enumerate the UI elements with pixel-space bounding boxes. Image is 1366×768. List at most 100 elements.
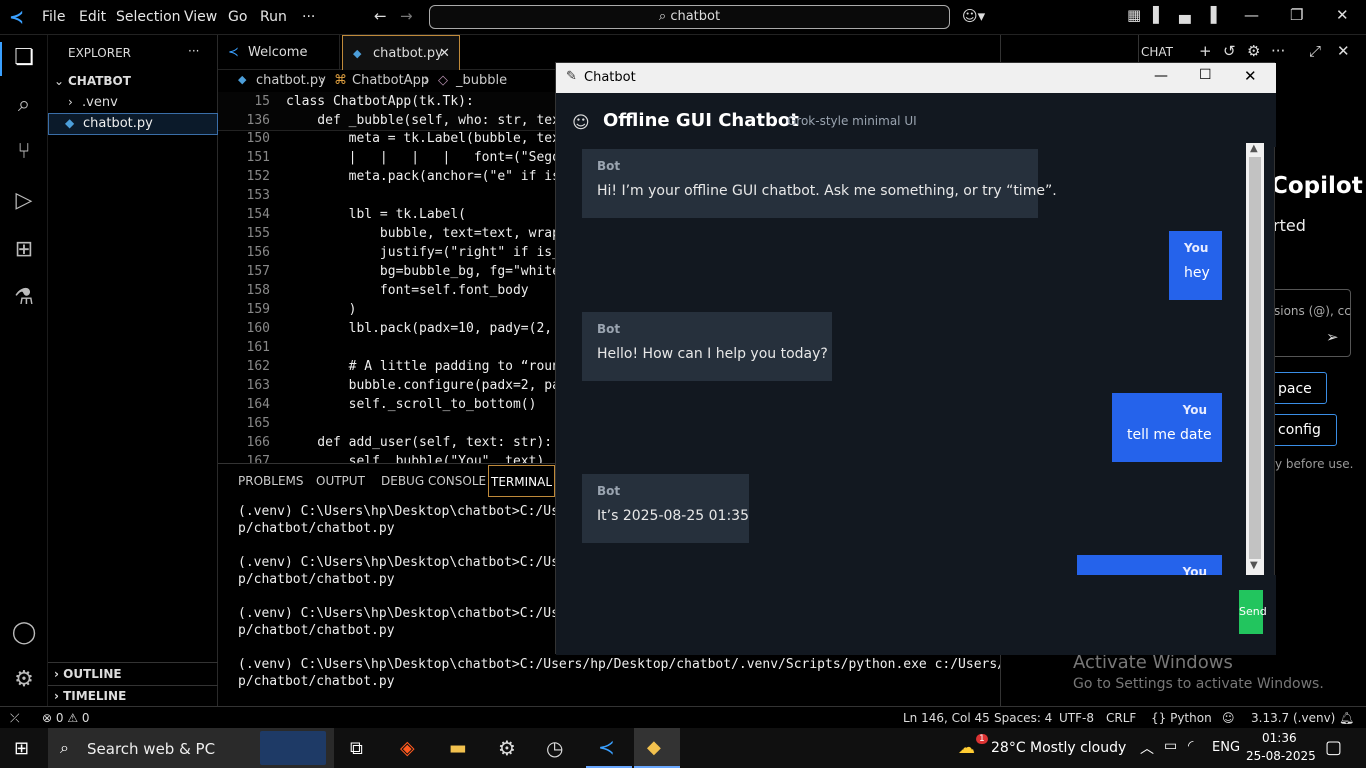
taskbar-search[interactable]: ⌕ Search web & PC — [48, 728, 334, 768]
indentation[interactable]: Spaces: 4 — [994, 711, 1052, 725]
maximize-icon[interactable]: ☐ — [1199, 67, 1212, 83]
chevron-down-icon[interactable]: ⌄ — [54, 74, 64, 88]
project-folder[interactable]: CHATBOT — [68, 74, 131, 88]
explorer-more-button[interactable]: ··· — [188, 44, 199, 58]
menu-file[interactable]: File — [42, 9, 65, 25]
chat-input-row — [556, 575, 1276, 655]
tab-chatbot-py[interactable]: ◆ chatbot.py ✕ — [342, 35, 460, 70]
menu-run[interactable]: Run — [260, 9, 287, 25]
notifications-bell-icon[interactable]: 🔔︎ — [1339, 711, 1354, 725]
problems-indicator[interactable]: ⊗ 0 ⚠ 0 — [42, 711, 90, 725]
language-mode[interactable]: {} Python — [1151, 711, 1212, 725]
wifi-icon[interactable]: ◜ — [1188, 738, 1193, 754]
cursor-position[interactable]: Ln 146, Col 45 — [903, 711, 990, 725]
scroll-down-icon[interactable]: ▼ — [1250, 560, 1258, 571]
settings-gear-icon[interactable]: ⚙ — [10, 667, 38, 695]
search-icon[interactable]: ⌕ — [10, 92, 38, 120]
tab-welcome[interactable]: ≺ Welcome — [218, 35, 340, 70]
method-symbol-icon: ◇ — [438, 73, 448, 88]
brave-browser-icon[interactable]: ◈ — [400, 737, 415, 759]
copilot-status-icon[interactable]: ☺ — [1222, 711, 1235, 725]
tab-debug-console[interactable]: DEBUG CONSOLE — [381, 474, 486, 488]
new-chat-icon[interactable]: + — [1199, 42, 1212, 60]
close-tab-icon[interactable]: ✕ — [439, 36, 450, 71]
minimize-icon[interactable]: — — [1244, 6, 1259, 24]
settings-gear-icon[interactable]: ⚙ — [1247, 42, 1260, 60]
timeline-section[interactable]: › TIMELINE — [54, 689, 126, 703]
toggle-sidebar-icon[interactable]: ▌ — [1153, 6, 1165, 24]
folder-venv[interactable]: .venv — [82, 95, 118, 110]
clock-date[interactable]: 25-08-2025 — [1246, 749, 1316, 763]
scroll-thumb[interactable] — [1249, 157, 1261, 559]
weather-icon[interactable]: ☁ — [958, 738, 975, 758]
python-taskbar-button[interactable]: ◆ — [634, 728, 680, 768]
source-control-icon[interactable]: ⑂ — [10, 139, 38, 167]
testing-icon[interactable]: ⚗ — [10, 285, 38, 313]
notification-center-icon[interactable]: ▢ — [1325, 737, 1342, 758]
close-icon[interactable]: ✕ — [1336, 6, 1349, 24]
code-line: bubble, text=text, wrap — [286, 226, 560, 241]
timeline-label: TIMELINE — [63, 689, 127, 703]
back-arrow-icon[interactable]: ← — [374, 7, 387, 25]
scroll-up-icon[interactable]: ▲ — [1250, 143, 1258, 154]
close-panel-icon[interactable]: ✕ — [1337, 42, 1350, 60]
account-icon[interactable]: ◯ — [10, 620, 38, 648]
remote-icon[interactable]: ⤫ — [10, 711, 20, 726]
line-number: 160 — [246, 321, 270, 336]
toggle-secondary-sidebar-icon[interactable]: ▐ — [1205, 6, 1217, 24]
menu-selection[interactable]: Selection — [116, 9, 181, 25]
tab-terminal[interactable]: TERMINAL — [488, 465, 556, 497]
layout-customize-icon[interactable]: ▦ — [1127, 6, 1141, 24]
forward-arrow-icon[interactable]: → — [400, 7, 413, 25]
weather-text[interactable]: 28°C Mostly cloudy — [991, 740, 1126, 756]
network-adapter-icon[interactable]: ▭ — [1164, 738, 1177, 754]
breadcrumb-class[interactable]: ChatbotApp — [352, 73, 429, 88]
tab-problems[interactable]: PROBLEMS — [238, 474, 304, 488]
minimize-icon[interactable]: — — [1154, 68, 1168, 84]
file-chatbot-py[interactable]: ◆ chatbot.py — [48, 113, 218, 135]
send-button[interactable]: Send — [1239, 590, 1267, 634]
file-explorer-icon[interactable]: ▬ — [449, 737, 467, 759]
tab-label: Welcome — [248, 45, 308, 60]
menu-more[interactable]: ··· — [302, 9, 315, 25]
breadcrumb-method[interactable]: _bubble — [456, 73, 507, 88]
code-line: font=self.font_body — [286, 283, 529, 298]
line-ending[interactable]: CRLF — [1106, 711, 1136, 725]
message-text: It’s 2025-08-25 01:35 — [597, 508, 749, 524]
chat-more-icon[interactable]: ··· — [1271, 42, 1285, 60]
feather-icon: ✎ — [566, 69, 577, 84]
chevron-right-icon[interactable]: › — [68, 95, 73, 109]
command-center-search[interactable]: ⌕ chatbot — [429, 5, 950, 29]
chat-messages[interactable]: Bot Hi! I’m your offline GUI chatbot. As… — [568, 147, 1246, 575]
menu-go[interactable]: Go — [228, 9, 247, 25]
tab-output[interactable]: OUTPUT — [316, 474, 365, 488]
breadcrumb-file[interactable]: chatbot.py — [256, 73, 326, 88]
send-icon[interactable]: ➢ — [1326, 328, 1339, 346]
show-hidden-icons-icon[interactable]: ︿ — [1140, 738, 1154, 758]
restore-icon[interactable]: ❐ — [1290, 6, 1303, 24]
menu-view[interactable]: View — [184, 9, 217, 25]
menu-edit[interactable]: Edit — [79, 9, 106, 25]
encoding[interactable]: UTF-8 — [1059, 711, 1094, 725]
task-view-icon[interactable]: ⧉ — [350, 738, 363, 759]
python-interpreter[interactable]: 3.13.7 (.venv) — [1251, 711, 1335, 725]
message-entry[interactable] — [568, 585, 1226, 641]
windows-start-icon[interactable]: ⊞ — [14, 738, 29, 759]
clock-time[interactable]: 01:36 — [1262, 731, 1297, 745]
clock-app-icon[interactable]: ◷ — [546, 736, 563, 760]
history-icon[interactable]: ↺ — [1223, 42, 1236, 60]
maximize-panel-icon[interactable]: ⤢ — [1309, 42, 1321, 60]
toggle-panel-icon[interactable]: ▄ — [1179, 6, 1191, 24]
run-debug-icon[interactable]: ▷ — [10, 188, 38, 216]
outline-section[interactable]: › OUTLINE — [54, 667, 122, 681]
copilot-icon[interactable]: ☺▾ — [962, 7, 985, 25]
explorer-icon[interactable]: ❏ — [10, 45, 38, 73]
search-highlight-image — [260, 731, 326, 765]
user-message: You tell me date — [1112, 393, 1222, 462]
settings-app-icon[interactable]: ⚙ — [498, 736, 516, 760]
close-icon[interactable]: ✕ — [1244, 67, 1257, 85]
vscode-taskbar-button[interactable]: ≺ — [586, 728, 632, 768]
language-indicator[interactable]: ENG — [1212, 740, 1240, 755]
extensions-icon[interactable]: ⊞ — [10, 237, 38, 265]
chat-scrollbar[interactable]: ▲ ▼ — [1246, 143, 1264, 575]
